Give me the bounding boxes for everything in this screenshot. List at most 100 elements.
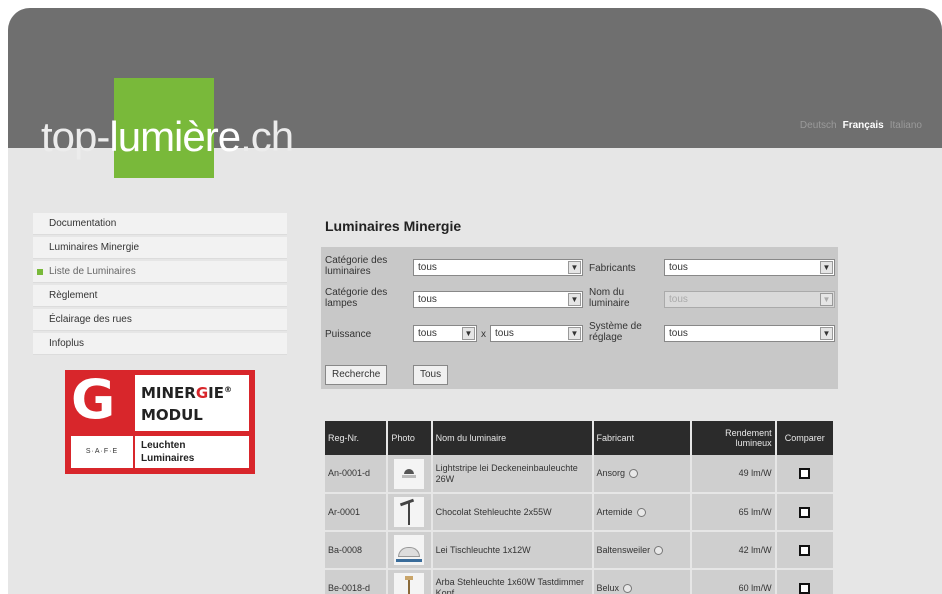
col-nom[interactable]: Nom du luminaire: [431, 421, 594, 455]
compare-cell: [775, 493, 836, 532]
chevron-down-icon: ▼: [568, 293, 581, 306]
photo-cell: [387, 531, 433, 570]
sidebar-item-eclairage-des-rues[interactable]: Éclairage des rues: [33, 309, 287, 331]
fabricant-cell: Ansorg: [592, 455, 693, 494]
photo-cell: [387, 569, 433, 594]
lang-deutsch[interactable]: Deutsch: [800, 120, 837, 131]
sidebar-item-documentation[interactable]: Documentation: [33, 213, 287, 235]
sidebar-item-liste-de-luminaires[interactable]: Liste de Luminaires: [33, 261, 287, 283]
table-row[interactable]: Ba-0008 Lei Tischleuchte 1x12W Baltenswe…: [325, 531, 836, 570]
table-header-row: Reg-Nr. Photo Nom du luminaire Fabricant…: [325, 421, 836, 455]
page-title: Luminaires Minergie: [325, 218, 462, 234]
reg-cell: An-0001-d: [325, 455, 389, 494]
chevron-down-icon: ▼: [820, 293, 833, 306]
sidebar-item-label: Documentation: [49, 218, 117, 229]
minergie-g-icon: G: [71, 368, 116, 431]
safe-logo: S·A·F·E: [71, 436, 133, 468]
compare-cell: [775, 455, 836, 494]
categorie-lampes-label: Catégorie des lampes: [325, 287, 388, 309]
minergie-modul-badge: G MINERGIE® MODUL S·A·F·E Leuchten Lumin…: [65, 370, 255, 474]
filter-panel: Catégorie des luminaires tous ▼ Fabricant…: [321, 247, 838, 389]
luminaires-table: Reg-Nr. Photo Nom du luminaire Fabricant…: [325, 421, 836, 594]
col-rendement[interactable]: Rendement lumineux: [691, 421, 777, 455]
nom-cell[interactable]: Lightstripe lei Deckeneinbauleuchte 26W: [431, 455, 594, 494]
rendement-cell: 65 lm/W: [691, 493, 777, 532]
table-row[interactable]: An-0001-d Lightstripe lei Deckeneinbaule…: [325, 455, 836, 494]
sidebar-item-label: Luminaires Minergie: [49, 242, 140, 253]
lamp-photo-icon[interactable]: [394, 458, 425, 489]
language-switcher: Deutsch Français Italiano: [794, 120, 922, 131]
logo-main: lumière: [109, 113, 241, 160]
puissance-select-1[interactable]: tous ▼: [413, 325, 477, 342]
compare-checkbox[interactable]: [799, 468, 811, 480]
compare-checkbox[interactable]: [799, 544, 811, 556]
table-row[interactable]: Ar-0001 Chocolat Stehleuchte 2x55W Artem…: [325, 493, 836, 532]
chevron-down-icon: ▼: [568, 261, 581, 274]
rendement-cell: 60 lm/W: [691, 569, 777, 594]
lamp-photo-icon[interactable]: [394, 573, 425, 594]
sidebar-item-label: Éclairage des rues: [49, 314, 132, 325]
compare-checkbox[interactable]: [799, 506, 811, 518]
categorie-lampes-select[interactable]: tous ▼: [413, 291, 583, 308]
show-all-button[interactable]: Tous: [413, 365, 449, 385]
reg-cell: Be-0018-d: [325, 569, 389, 594]
nom-cell[interactable]: Arba Stehleuchte 1x60W Tastdimmer Kopf: [431, 569, 594, 594]
active-bullet-icon: [37, 269, 43, 275]
chevron-down-icon: ▼: [820, 327, 833, 340]
lang-francais[interactable]: Français: [843, 120, 884, 131]
info-icon[interactable]: [636, 507, 646, 517]
nom-cell[interactable]: Chocolat Stehleuchte 2x55W: [431, 493, 594, 532]
fabricant-cell: Baltensweiler: [592, 531, 693, 570]
site-logo[interactable]: top-lumière.ch: [41, 112, 294, 162]
minergie-label-box: MINERGIE® MODUL: [135, 375, 249, 431]
minergie-wordmark: MINERGIE®: [141, 384, 232, 402]
reg-cell: Ba-0008: [325, 531, 389, 570]
sidebar-item-luminaires-minergie[interactable]: Luminaires Minergie: [33, 237, 287, 259]
puissance-select-2[interactable]: tous ▼: [490, 325, 583, 342]
nom-luminaire-label: Nom du luminaire: [589, 287, 630, 309]
sidebar-item-reglement[interactable]: Règlement: [33, 285, 287, 307]
chevron-down-icon: ▼: [820, 261, 833, 274]
sidebar-item-infoplus[interactable]: Infoplus: [33, 333, 287, 355]
sidebar-item-label: Règlement: [49, 290, 98, 301]
puissance-x-label: x: [481, 329, 486, 340]
browser-frame: top-lumière.ch Deutsch Français Italiano D…: [8, 8, 942, 594]
fabricant-cell: Belux: [592, 569, 693, 594]
nom-cell[interactable]: Lei Tischleuchte 1x12W: [431, 531, 594, 570]
modul-label: MODUL: [141, 406, 203, 424]
info-icon[interactable]: [654, 545, 664, 555]
sidebar-item-label: Infoplus: [49, 338, 85, 349]
lang-italiano[interactable]: Italiano: [890, 120, 922, 131]
categorie-luminaires-label: Catégorie des luminaires: [325, 255, 388, 277]
info-icon[interactable]: [623, 583, 633, 593]
col-fabricant[interactable]: Fabricant: [592, 421, 693, 455]
photo-cell: [387, 455, 433, 494]
sidebar-item-label: Liste de Luminaires: [49, 266, 136, 277]
col-comparer: Comparer: [775, 421, 836, 455]
logo-prefix: top-: [41, 113, 110, 160]
leuchten-luminaires-label: Leuchten Luminaires: [135, 436, 249, 468]
systeme-reglage-label: Système de réglage: [589, 321, 642, 343]
main-content: Luminaires Minergie Catégorie des lumina…: [321, 213, 841, 594]
fabricants-select[interactable]: tous ▼: [664, 259, 835, 276]
search-button[interactable]: Recherche: [325, 365, 388, 385]
info-icon[interactable]: [629, 469, 639, 479]
rendement-cell: 49 lm/W: [691, 455, 777, 494]
fabricant-cell: Artemide: [592, 493, 693, 532]
photo-cell: [387, 493, 433, 532]
systeme-reglage-select[interactable]: tous ▼: [664, 325, 835, 342]
table-row[interactable]: Be-0018-d Arba Stehleuchte 1x60W Tastdim…: [325, 569, 836, 594]
nom-luminaire-select[interactable]: tous ▼: [664, 291, 835, 308]
col-reg[interactable]: Reg-Nr.: [325, 421, 389, 455]
lamp-photo-icon[interactable]: [394, 497, 425, 527]
chevron-down-icon: ▼: [462, 327, 475, 340]
categorie-luminaires-select[interactable]: tous ▼: [413, 259, 583, 276]
rendement-cell: 42 lm/W: [691, 531, 777, 570]
puissance-label: Puissance: [325, 329, 372, 340]
lamp-photo-icon[interactable]: [394, 535, 425, 565]
logo-suffix: .ch: [240, 113, 294, 160]
compare-checkbox[interactable]: [799, 582, 811, 594]
chevron-down-icon: ▼: [568, 327, 581, 340]
reg-cell: Ar-0001: [325, 493, 389, 532]
fabricants-label: Fabricants: [589, 263, 636, 274]
